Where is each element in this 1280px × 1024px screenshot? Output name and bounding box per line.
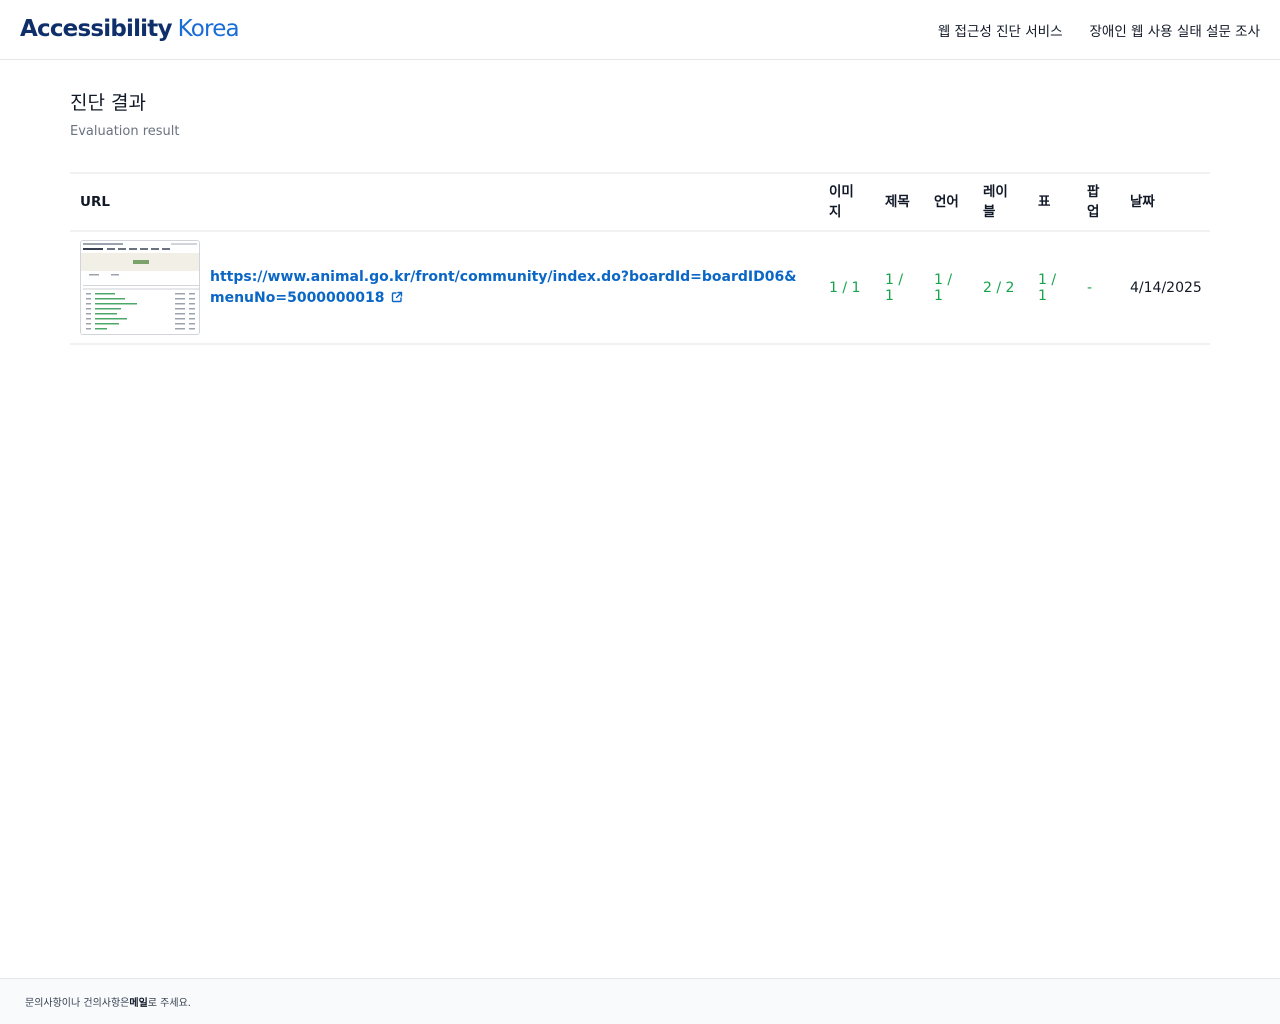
image-score: 1 / 1 [829,279,861,296]
main-nav: 웹 접근성 진단 서비스 장애인 웹 사용 실태 설문 조사 [938,20,1260,40]
table-score: 1 / 1 [1038,271,1057,304]
column-header-url: URL [80,194,110,210]
url-cell: https://www.animal.go.kr/front/community… [70,231,819,344]
language-score: 1 / 1 [934,271,953,304]
page-screenshot-thumbnail [80,240,200,335]
evaluation-date: 4/14/2025 [1130,279,1202,296]
site-header: Accessibility Korea 웹 접근성 진단 서비스 장애인 웹 사용… [0,0,1280,60]
column-header-popup: 팝업 [1087,184,1100,220]
page-subtitle: Evaluation result [70,124,180,139]
thumbnail-image [81,241,199,334]
main-content: 진단 결과 Evaluation result URL 이미지 제목 언어 레이… [0,60,1280,345]
nav-link-survey[interactable]: 장애인 웹 사용 실태 설문 조사 [1090,20,1261,40]
table-header: URL 이미지 제목 언어 레이블 표 팝업 날짜 [70,173,1210,231]
heading-score: 1 / 1 [885,271,904,304]
logo-part-korea: Korea [177,16,240,42]
column-header-table: 표 [1038,194,1051,210]
page-title: 진단 결과 [70,92,146,114]
column-header-image: 이미지 [829,184,854,220]
footer-text-after: 로 주세요. [147,998,191,1009]
footer-email-link[interactable]: 메일 [129,994,147,1009]
logo-part-accessibility: Accessibility [20,16,172,42]
site-footer: 문의사항이나 건의사항은 메일 로 주세요. [0,978,1280,1024]
page: Accessibility Korea 웹 접근성 진단 서비스 장애인 웹 사용… [0,0,1280,1024]
column-header-label: 레이블 [983,184,1008,220]
column-header-date: 날짜 [1130,194,1155,210]
label-score: 2 / 2 [983,279,1015,296]
popup-score: - [1087,279,1093,296]
nav-link-web-accessibility-service[interactable]: 웹 접근성 진단 서비스 [938,20,1063,40]
url-cell-content: https://www.animal.go.kr/front/community… [80,240,809,335]
results-table-wrapper: URL 이미지 제목 언어 레이블 표 팝업 날짜 https://www.an… [70,172,1210,345]
site-logo[interactable]: Accessibility Korea [20,16,240,42]
results-table: URL 이미지 제목 언어 레이블 표 팝업 날짜 https://www.an… [70,172,1210,345]
external-link-icon [391,291,402,302]
footer-text-before: 문의사항이나 건의사항은 [25,998,130,1009]
evaluated-url-text: https://www.animal.go.kr/front/community… [210,268,797,306]
table-row: https://www.animal.go.kr/front/community… [70,231,1210,344]
evaluated-url-link[interactable]: https://www.animal.go.kr/front/community… [210,267,809,309]
column-header-heading: 제목 [885,194,910,210]
table-header-row: URL 이미지 제목 언어 레이블 표 팝업 날짜 [70,173,1210,231]
table-body: https://www.animal.go.kr/front/community… [70,231,1210,344]
column-header-language: 언어 [934,194,959,210]
